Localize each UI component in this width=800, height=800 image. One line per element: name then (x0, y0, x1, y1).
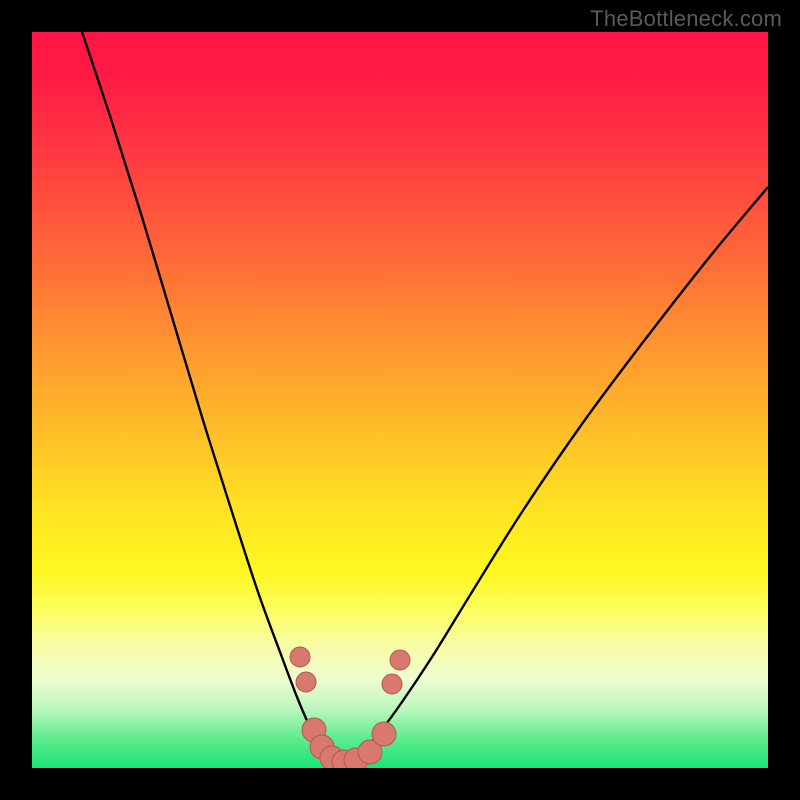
data-marker (296, 672, 316, 692)
plot-area (32, 32, 768, 768)
data-marker (390, 650, 410, 670)
chart-frame: TheBottleneck.com (0, 0, 800, 800)
markers-group (290, 647, 410, 768)
data-marker (372, 722, 396, 746)
watermark-text: TheBottleneck.com (590, 6, 782, 32)
data-marker (290, 647, 310, 667)
curve-layer (32, 32, 768, 768)
data-marker (382, 674, 402, 694)
right-curve (340, 187, 768, 765)
